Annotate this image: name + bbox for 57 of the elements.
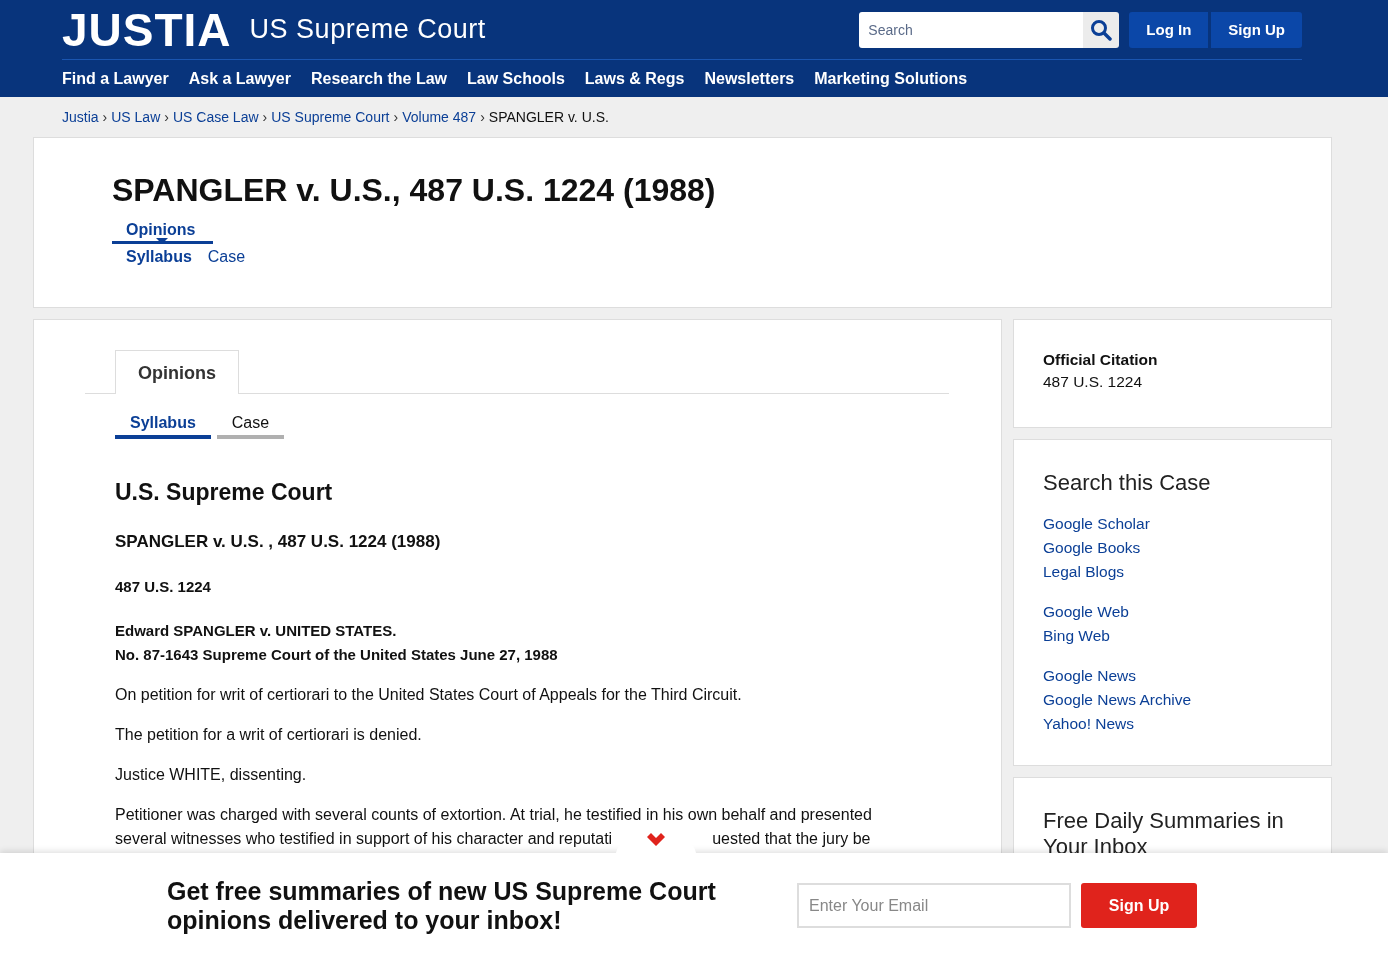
card-heading: Search this Case [1043, 470, 1212, 496]
nav-link[interactable]: Research the Law [311, 69, 448, 88]
court-heading: U.S. Supreme Court [115, 479, 334, 506]
paragraph-line: uested that the jury be [712, 829, 871, 849]
nav-link[interactable]: Find a Lawyer [62, 69, 169, 88]
breadcrumb-separator: › [393, 109, 399, 125]
nav-link[interactable]: Ask a Lawyer [188, 69, 291, 88]
signup-button[interactable]: Sign Up [1081, 883, 1197, 928]
case-parties-line: Edward SPANGLER v. UNITED STATES. [115, 621, 398, 641]
newsletter-text: Get free summaries of new US Supreme Court opinions delivered to your inbox! [167, 876, 717, 935]
breadcrumb-separator: › [164, 109, 169, 125]
chevron-heart-icon [646, 833, 666, 847]
breadcrumb-link[interactable]: US Supreme Court [271, 109, 390, 125]
nav-link[interactable]: Marketing Solutions [814, 69, 968, 88]
case-heading: SPANGLER v. U.S. , 487 U.S. 1224 (1988) [115, 532, 442, 552]
search-link[interactable]: Legal Blogs [1043, 560, 1302, 584]
search-link[interactable]: Google Web [1043, 600, 1302, 624]
search-link[interactable]: Yahoo! News [1043, 712, 1302, 736]
search-field[interactable]: Search [859, 11, 1084, 48]
breadcrumb-link[interactable]: Volume 487 [402, 109, 477, 125]
breadcrumb-link[interactable]: US Law [111, 109, 161, 125]
logo[interactable]: JUSTIA [62, 2, 232, 57]
subtab[interactable]: Case [216, 414, 285, 439]
paragraph-line: Petitioner was charged with several counts of extortion. At trial, he testified in his own behalf and presented [115, 805, 872, 825]
login-button[interactable]: Log In [1129, 11, 1209, 48]
citation-value: 487 U.S. 1224 [1043, 373, 1144, 391]
case-title: SPANGLER v. U.S., 487 U.S. 1224 (1988) [112, 172, 717, 209]
search-link[interactable]: Google News [1043, 664, 1302, 688]
email-field[interactable]: Enter Your Email [797, 883, 1071, 928]
opinion-link[interactable]: Syllabus [126, 248, 192, 266]
opinion-link[interactable]: Case [207, 248, 246, 266]
citation-text: 487 U.S. 1224 [115, 578, 212, 595]
search-link[interactable]: Google Books [1043, 536, 1302, 560]
breadcrumb-separator: › [262, 109, 268, 125]
search-link[interactable]: Google Scholar [1043, 512, 1302, 536]
search-link[interactable]: Google News Archive [1043, 688, 1302, 712]
signup-button[interactable]: Sign Up [1211, 11, 1302, 48]
breadcrumb-separator: › [102, 109, 108, 125]
citation-heading: Official Citation [1043, 351, 1159, 369]
case-parties-line: No. 87-1643 Supreme Court of the United States June 27, 1988 [115, 645, 559, 665]
nav-link[interactable]: Laws & Regs [584, 69, 685, 88]
breadcrumb-link[interactable]: US Case Law [172, 109, 259, 125]
paragraph: On petition for writ of certiorari to the United States Court of Appeals for the Third Circuit. [115, 685, 743, 705]
paragraph: The petition for a writ of certiorari is denied. [115, 725, 423, 745]
search-icon[interactable] [1083, 11, 1120, 48]
paragraph-line: several witnesses who testified in support of his character and reputati [115, 829, 613, 849]
breadcrumb-separator: › [480, 109, 485, 125]
opinions-tab[interactable]: Opinions [112, 221, 213, 244]
breadcrumb-link[interactable]: Justia [62, 109, 99, 125]
nav-link[interactable]: Law Schools [467, 69, 565, 88]
opinions-tab[interactable]: Opinions [115, 350, 239, 394]
breadcrumb-current: SPANGLER v. U.S. [488, 109, 609, 125]
subtab[interactable]: Syllabus [115, 414, 211, 439]
site-section-title: US Supreme Court [249, 14, 486, 45]
search-link[interactable]: Bing Web [1043, 624, 1302, 648]
paragraph: Justice WHITE, dissenting. [115, 765, 308, 785]
nav-link[interactable]: Newsletters [704, 69, 795, 88]
